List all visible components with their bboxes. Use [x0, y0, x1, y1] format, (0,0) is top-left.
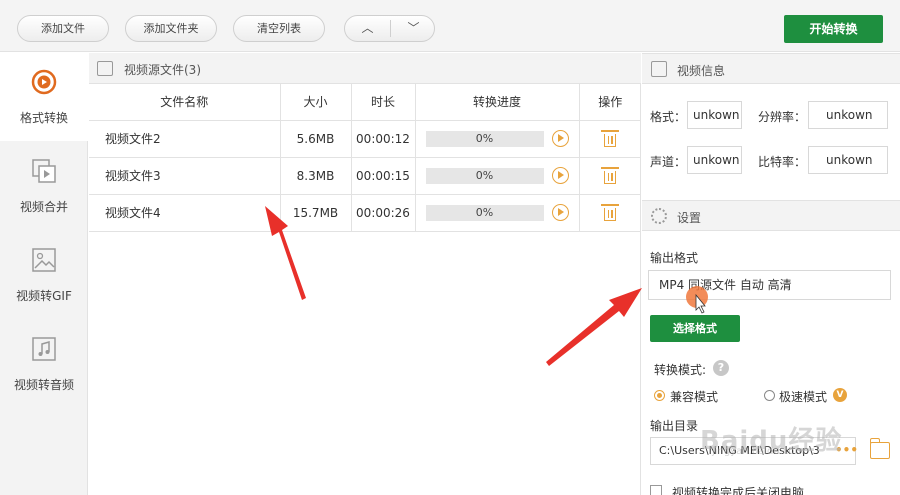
sidebar-item-video-merge[interactable]: 视频合并 — [0, 142, 88, 230]
move-button-group: ︿ ﹀ — [344, 15, 435, 42]
file-list-header: 视频源文件(3) — [89, 53, 641, 84]
format-convert-icon — [31, 69, 57, 95]
column-header-progress: 转换进度 — [415, 84, 580, 121]
bitrate-value: unkown — [808, 146, 888, 174]
file-duration: 00:00:12 — [351, 120, 416, 158]
sidebar: 格式转换 视频合并 视频转GIF 视频转音频 — [0, 53, 88, 495]
sidebar-item-label: 格式转换 — [19, 111, 68, 125]
video-info-icon — [651, 61, 667, 77]
progress-cell: 0% — [415, 157, 580, 195]
video-info-header: 视频信息 — [642, 53, 900, 84]
file-size: 5.6MB — [280, 120, 352, 158]
toolbar: 添加文件 添加文件夹 清空列表 ︿ ﹀ 开始转换 — [0, 0, 900, 52]
column-header-name: 文件名称 — [89, 84, 281, 121]
column-header-duration: 时长 — [351, 84, 416, 121]
watermark-sub: jingyan.baidu.com — [712, 446, 805, 457]
output-dir-label: 输出目录 — [650, 419, 699, 433]
video-info-title: 视频信息 — [677, 64, 726, 78]
actions-cell — [579, 157, 641, 195]
fast-mode-radio[interactable] — [764, 390, 775, 401]
progress-cell: 0% — [415, 120, 580, 158]
settings-header: 设置 — [642, 200, 900, 231]
progress-cell: 0% — [415, 194, 580, 232]
compat-mode-label[interactable]: 兼容模式 — [670, 388, 718, 405]
actions-cell — [579, 194, 641, 232]
progress-bar: 0% — [425, 167, 544, 184]
shutdown-label[interactable]: 视频转换完成后关闭电脑 — [672, 484, 804, 495]
progress-bar: 0% — [425, 204, 544, 221]
play-icon[interactable] — [551, 166, 569, 184]
clear-list-button[interactable]: 清空列表 — [233, 15, 325, 42]
file-name: 视频文件3 — [89, 157, 281, 195]
move-down-button[interactable]: ﹀ — [391, 16, 434, 41]
column-header-actions: 操作 — [579, 84, 641, 121]
trash-icon[interactable] — [601, 129, 620, 147]
start-convert-button[interactable]: 开始转换 — [784, 15, 883, 43]
video-merge-icon — [32, 159, 56, 183]
resolution-value: unkown — [808, 101, 888, 129]
file-name: 视频文件2 — [89, 120, 281, 158]
format-value: unkown — [687, 101, 742, 129]
settings-title: 设置 — [677, 211, 702, 225]
add-folder-button[interactable]: 添加文件夹 — [125, 15, 217, 42]
sidebar-item-format-convert[interactable]: 格式转换 — [0, 53, 88, 141]
column-header-size: 大小 — [280, 84, 352, 121]
convert-mode-label: 转换模式: — [654, 363, 707, 377]
channel-label: 声道： — [650, 155, 687, 169]
select-format-button[interactable]: 选择格式 — [650, 315, 740, 342]
format-label: 格式： — [650, 110, 687, 124]
bitrate-label: 比特率： — [758, 155, 807, 169]
folder-icon[interactable] — [869, 438, 890, 459]
file-name: 视频文件4 — [89, 194, 281, 232]
channel-value: unkown — [687, 146, 742, 174]
help-icon[interactable]: ? — [713, 360, 729, 376]
trash-icon[interactable] — [601, 166, 620, 184]
trash-icon[interactable] — [601, 203, 620, 221]
sidebar-item-video-gif[interactable]: 视频转GIF — [0, 231, 88, 319]
output-format-label: 输出格式 — [650, 251, 699, 265]
shutdown-checkbox[interactable] — [650, 485, 662, 495]
video-audio-icon — [32, 337, 56, 361]
video-gif-icon — [32, 248, 56, 272]
table-row[interactable]: 视频文件4 15.7MB 00:00:26 0% — [89, 194, 641, 232]
table-row[interactable]: 视频文件3 8.3MB 00:00:15 0% — [89, 157, 641, 195]
video-file-icon — [97, 61, 113, 76]
sidebar-item-label: 视频转音频 — [13, 378, 74, 392]
compat-mode-radio[interactable] — [654, 390, 665, 401]
add-file-button[interactable]: 添加文件 — [17, 15, 109, 42]
progress-bar: 0% — [425, 130, 544, 147]
fast-mode-label[interactable]: 极速模式 — [779, 388, 827, 405]
table-row[interactable]: 视频文件2 5.6MB 00:00:12 0% — [89, 120, 641, 158]
output-format-field[interactable]: MP4 同源文件 自动 高清 — [648, 270, 891, 300]
play-icon[interactable] — [551, 203, 569, 221]
play-icon[interactable] — [551, 129, 569, 147]
resolution-label: 分辨率： — [758, 110, 807, 124]
file-duration: 00:00:26 — [351, 194, 416, 232]
file-table: 文件名称 大小 时长 转换进度 操作 视频文件2 5.6MB 00:00:12 … — [89, 84, 641, 232]
sidebar-item-video-audio[interactable]: 视频转音频 — [0, 320, 88, 408]
file-list-panel: 视频源文件(3) 文件名称 大小 时长 转换进度 操作 视频文件2 5.6MB … — [89, 53, 641, 495]
sidebar-item-label: 视频转GIF — [16, 289, 72, 303]
gear-icon — [651, 208, 667, 224]
file-duration: 00:00:15 — [351, 157, 416, 195]
file-size: 15.7MB — [280, 194, 352, 232]
file-size: 8.3MB — [280, 157, 352, 195]
vip-badge-icon: V — [833, 388, 847, 402]
move-up-button[interactable]: ︿ — [345, 16, 390, 41]
actions-cell — [579, 120, 641, 158]
file-list-title: 视频源文件(3) — [124, 63, 201, 77]
sidebar-item-label: 视频合并 — [19, 200, 68, 214]
